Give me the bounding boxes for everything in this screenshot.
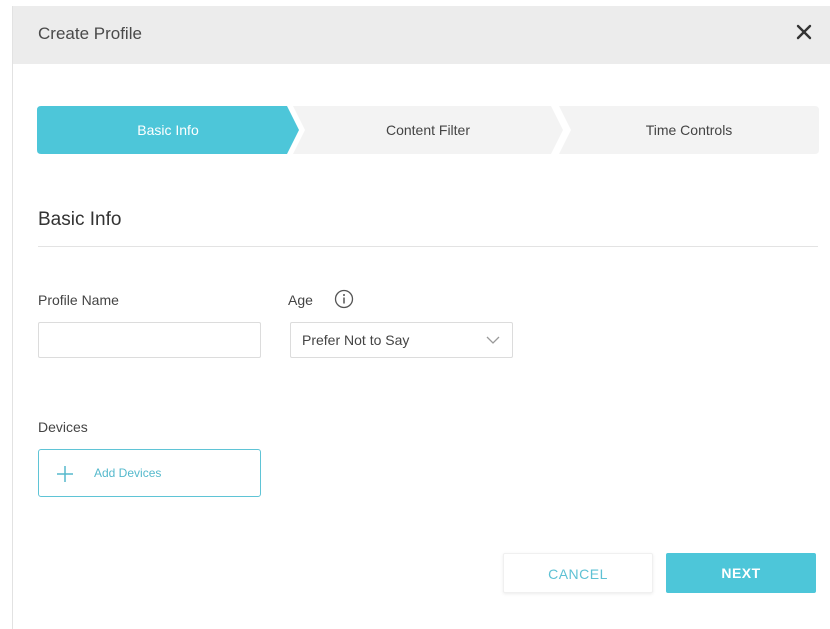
step-time-controls[interactable]: Time Controls	[559, 106, 819, 154]
age-info-button[interactable]	[334, 289, 354, 309]
age-select[interactable]: Prefer Not to Say	[290, 322, 513, 358]
devices-label: Devices	[38, 419, 88, 435]
step-label: Basic Info	[137, 122, 199, 138]
step-basic-info[interactable]: Basic Info	[37, 106, 299, 154]
cancel-button[interactable]: CANCEL	[503, 553, 653, 593]
dialog-title: Create Profile	[38, 24, 142, 43]
step-label: Content Filter	[385, 122, 471, 138]
age-select-value: Prefer Not to Say	[302, 332, 410, 348]
chevron-down-icon	[486, 336, 500, 344]
next-button[interactable]: NEXT	[666, 553, 816, 593]
close-icon	[796, 24, 812, 40]
step-progress: Basic Info Content Filter Time Controls	[37, 106, 819, 154]
section-divider	[38, 246, 818, 247]
profile-name-input[interactable]	[38, 322, 261, 358]
add-devices-label: Add Devices	[94, 466, 162, 480]
info-icon	[334, 289, 354, 309]
plus-icon	[57, 466, 73, 482]
profile-name-label: Profile Name	[38, 292, 119, 308]
add-devices-button[interactable]: Add Devices	[38, 449, 261, 497]
age-label: Age	[288, 292, 313, 308]
create-profile-dialog: Create Profile Basic Info Content Filter	[12, 6, 830, 629]
section-title: Basic Info	[38, 209, 122, 230]
step-label: Time Controls	[645, 122, 733, 138]
close-button[interactable]	[791, 19, 817, 45]
dialog-header: Create Profile	[13, 6, 830, 64]
step-content-filter[interactable]: Content Filter	[293, 106, 563, 154]
